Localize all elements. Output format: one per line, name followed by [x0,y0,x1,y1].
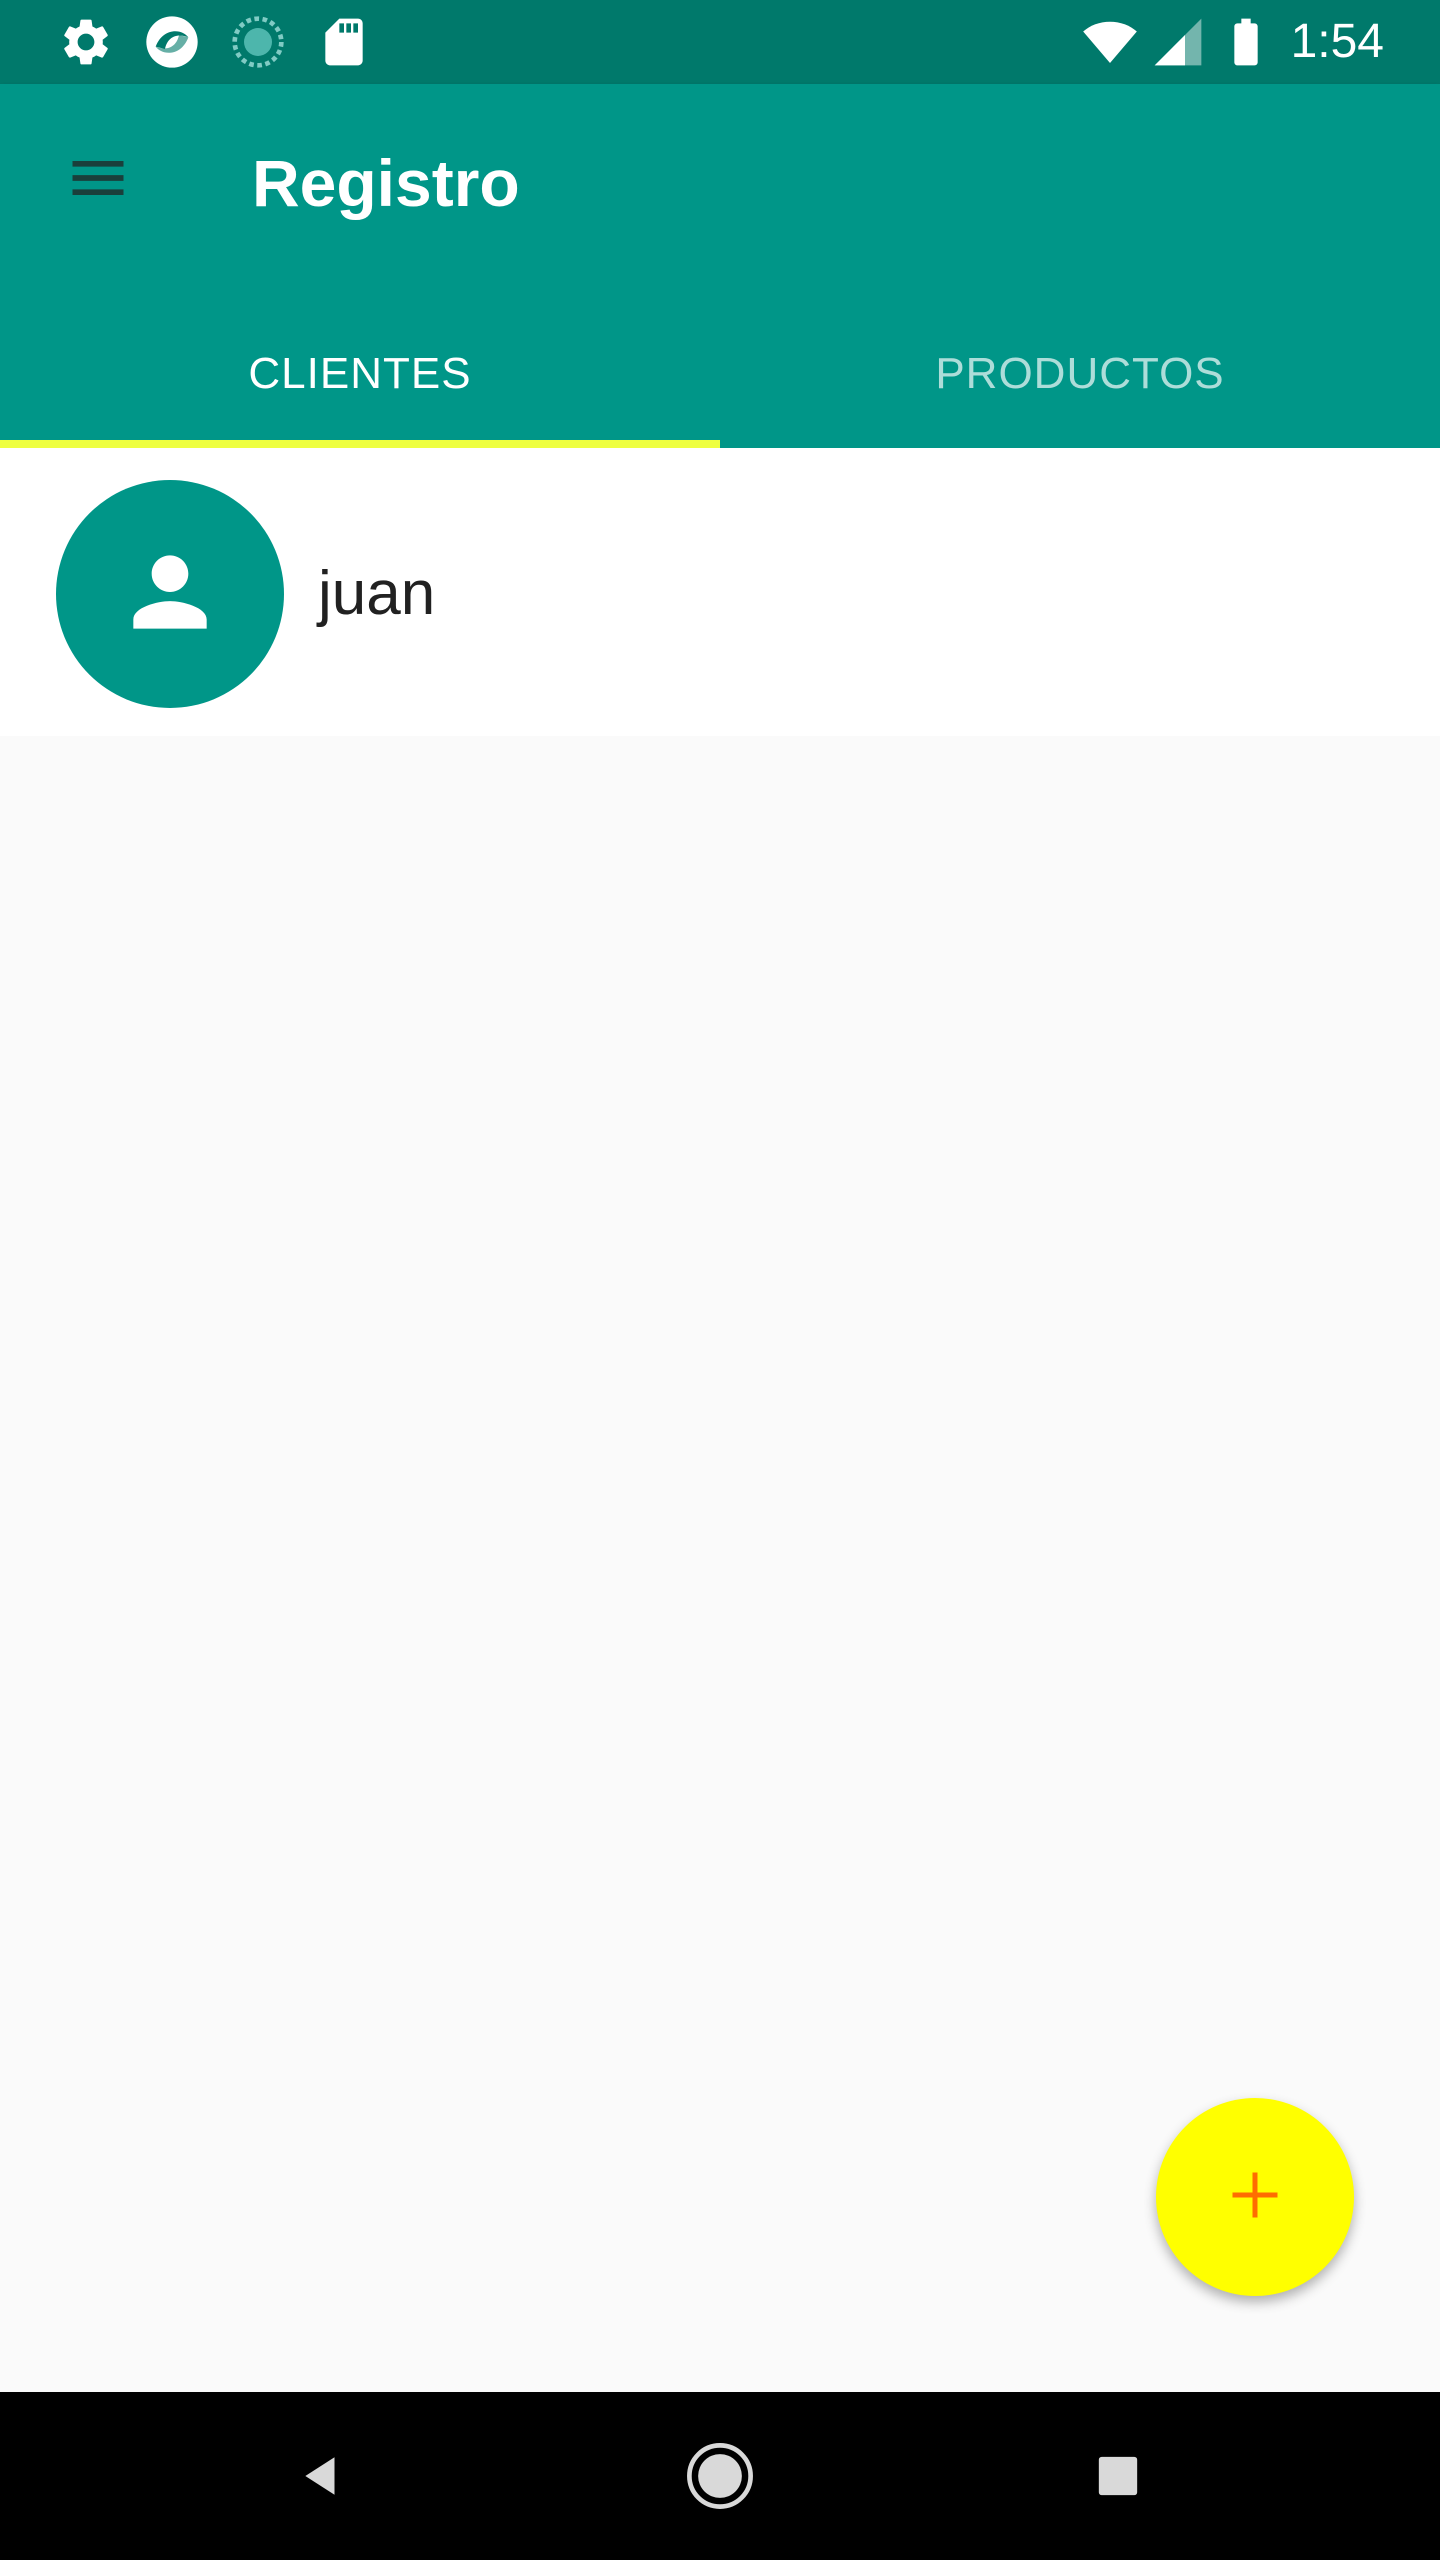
tab-productos-label: PRODUCTOS [935,349,1225,398]
add-button[interactable] [1156,2098,1354,2296]
back-icon[interactable] [272,2426,372,2526]
tab-clientes-label: CLIENTES [248,349,472,398]
status-time: 1:54 [1290,15,1384,68]
tab-indicator [0,440,720,448]
plus-icon [1225,2165,1285,2230]
wifi-icon [1082,14,1138,70]
gear-icon [58,14,114,70]
hamburger-menu-icon[interactable] [48,128,148,228]
battery-icon [1218,14,1274,70]
app-bar: Registro CLIENTES PRODUCTOS [0,84,1440,448]
sd-card-icon [316,14,372,70]
client-name: juan [318,559,436,628]
home-icon[interactable] [670,2426,770,2526]
tab-clientes[interactable]: CLIENTES [0,300,720,448]
navigation-bar [0,2392,1440,2560]
loading-icon [230,14,286,70]
status-bar: 1:54 [0,0,1440,84]
recents-icon[interactable] [1068,2426,1168,2526]
app-logo-icon [144,14,200,70]
avatar [56,480,284,708]
person-icon [115,537,225,652]
list-item[interactable]: juan [0,448,1440,736]
cell-signal-icon [1150,14,1206,70]
page-title: Registro [252,146,520,220]
tab-productos[interactable]: PRODUCTOS [720,300,1440,448]
